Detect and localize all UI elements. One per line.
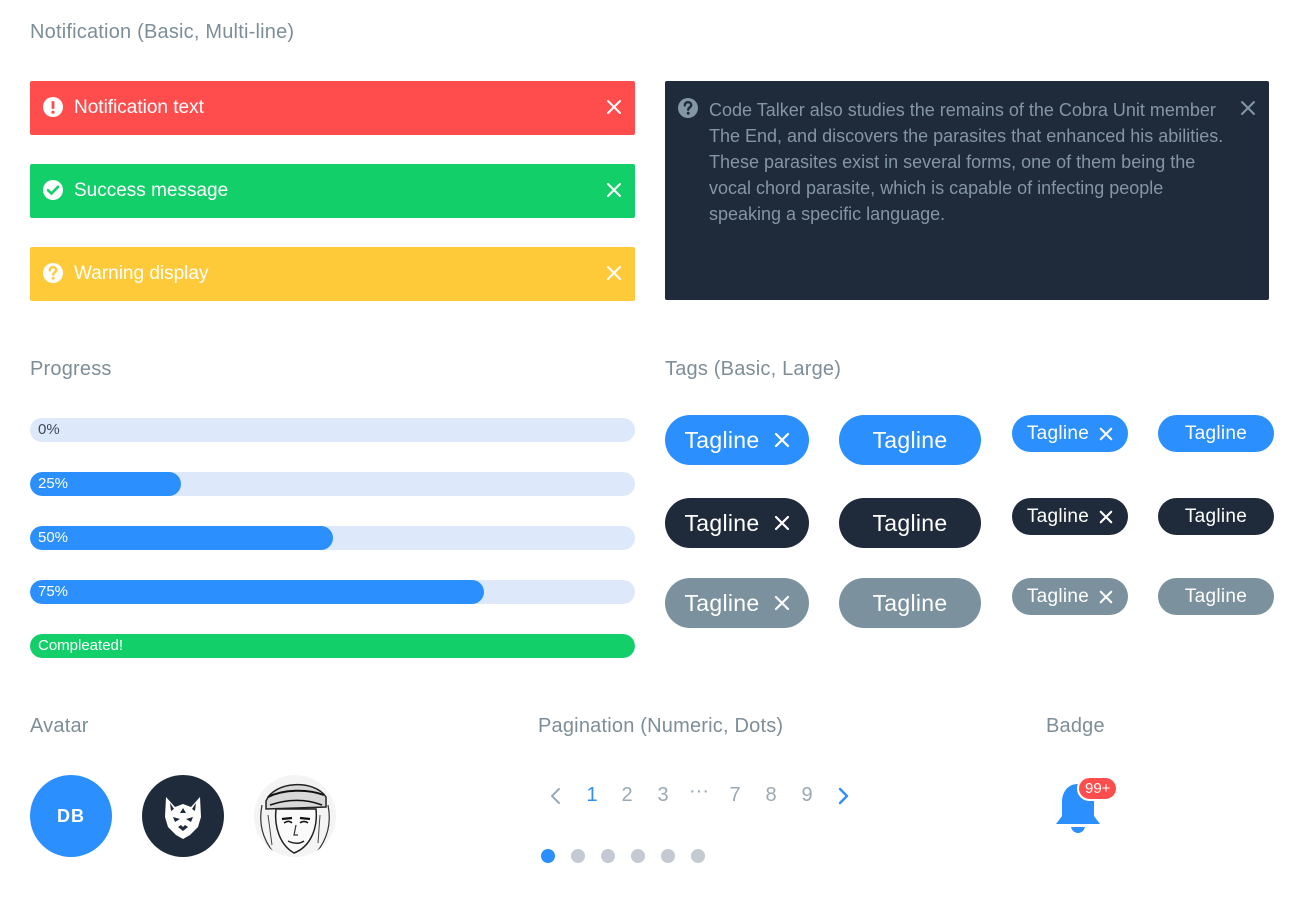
avatar-initials[interactable]: DB	[30, 775, 112, 857]
progress-section-title: Progress	[30, 358, 112, 380]
tag-large[interactable]: Tagline	[839, 578, 981, 628]
progress-bar: 0%	[30, 418, 635, 442]
tag-label: Tagline	[1184, 585, 1248, 607]
tag-large-closable[interactable]: Tagline	[665, 415, 809, 465]
success-notification: Success message	[30, 164, 635, 218]
pagination-dot[interactable]	[541, 849, 555, 863]
progress-label: 0%	[38, 421, 60, 438]
close-icon[interactable]	[774, 595, 790, 611]
close-icon[interactable]	[605, 262, 623, 284]
chevron-left-icon[interactable]	[546, 786, 566, 806]
pagination-dot[interactable]	[661, 849, 675, 863]
tag-label: Tagline	[1026, 505, 1090, 527]
tag-label: Tagline	[684, 426, 760, 453]
tag-small[interactable]: Tagline	[1158, 578, 1274, 615]
multiline-notification: Code Talker also studies the remains of …	[665, 81, 1269, 300]
notification-badge: 99+	[1077, 776, 1119, 801]
wolf-icon	[165, 797, 201, 839]
pagination-section-title: Pagination (Numeric, Dots)	[538, 715, 784, 737]
pagination-dot[interactable]	[691, 849, 705, 863]
tag-small-closable[interactable]: Tagline	[1012, 415, 1128, 452]
page-ellipsis[interactable]: ···	[687, 780, 711, 803]
tag-label: Tagline	[684, 589, 760, 616]
page-7[interactable]: 7	[723, 784, 747, 807]
tag-label: Tagline	[1184, 505, 1248, 527]
progress-fill	[30, 580, 484, 604]
tag-label: Tagline	[872, 589, 948, 616]
page-1[interactable]: 1	[580, 784, 604, 807]
tag-label: Tagline	[1026, 585, 1090, 607]
close-icon[interactable]	[1099, 427, 1113, 441]
error-notification-text: Notification text	[74, 97, 204, 118]
error-notification: Notification text	[30, 81, 635, 135]
warning-notification: Warning display	[30, 247, 635, 301]
pagination-dot[interactable]	[571, 849, 585, 863]
close-icon[interactable]	[1099, 510, 1113, 524]
close-icon[interactable]	[774, 515, 790, 531]
tag-label: Tagline	[872, 426, 948, 453]
avatar-photo[interactable]	[254, 775, 336, 857]
progress-fill	[30, 526, 333, 550]
question-circle-icon	[678, 98, 698, 118]
exclamation-icon	[43, 97, 63, 117]
success-notification-text: Success message	[74, 180, 229, 201]
tag-label: Tagline	[1026, 422, 1090, 444]
progress-label: 75%	[38, 583, 69, 600]
avatar-section-title: Avatar	[30, 715, 89, 737]
progress-bar: 50%	[30, 526, 635, 550]
tag-label: Tagline	[1184, 422, 1248, 444]
multiline-notification-text: Code Talker also studies the remains of …	[709, 100, 1224, 224]
progress-label: Compleated!	[38, 637, 124, 654]
question-circle-icon	[43, 263, 63, 283]
tags-section-title: Tags (Basic, Large)	[665, 358, 842, 380]
tag-small[interactable]: Tagline	[1158, 498, 1274, 535]
progress-label: 25%	[38, 475, 69, 492]
chevron-right-icon[interactable]	[833, 786, 853, 806]
tag-small-closable[interactable]: Tagline	[1012, 578, 1128, 615]
close-icon[interactable]	[774, 432, 790, 448]
notifications-section-title: Notification (Basic, Multi-line)	[30, 21, 295, 43]
progress-label: 50%	[38, 529, 69, 546]
tag-large-closable[interactable]: Tagline	[665, 578, 809, 628]
tag-large-closable[interactable]: Tagline	[665, 498, 809, 548]
page-2[interactable]: 2	[615, 784, 639, 807]
avatar-wolf[interactable]	[142, 775, 224, 857]
page-3[interactable]: 3	[651, 784, 675, 807]
close-icon[interactable]	[1099, 590, 1113, 604]
check-circle-icon	[43, 180, 63, 200]
pagination-dot[interactable]	[631, 849, 645, 863]
page-8[interactable]: 8	[759, 784, 783, 807]
page-9[interactable]: 9	[795, 784, 819, 807]
pagination-dot[interactable]	[601, 849, 615, 863]
tag-label: Tagline	[872, 509, 948, 536]
tag-small[interactable]: Tagline	[1158, 415, 1274, 452]
progress-bar-complete: Compleated!	[30, 634, 635, 658]
close-icon[interactable]	[1239, 97, 1257, 119]
close-icon[interactable]	[605, 179, 623, 201]
warning-notification-text: Warning display	[74, 263, 209, 284]
avatar-initials-text: DB	[57, 805, 85, 826]
tag-small-closable[interactable]: Tagline	[1012, 498, 1128, 535]
tag-large[interactable]: Tagline	[839, 498, 981, 548]
portrait-photo	[254, 775, 336, 857]
badge-section-title: Badge	[1046, 715, 1105, 737]
progress-bar: 25%	[30, 472, 635, 496]
close-icon[interactable]	[605, 96, 623, 118]
tag-large[interactable]: Tagline	[839, 415, 981, 465]
progress-bar: 75%	[30, 580, 635, 604]
tag-label: Tagline	[684, 509, 760, 536]
